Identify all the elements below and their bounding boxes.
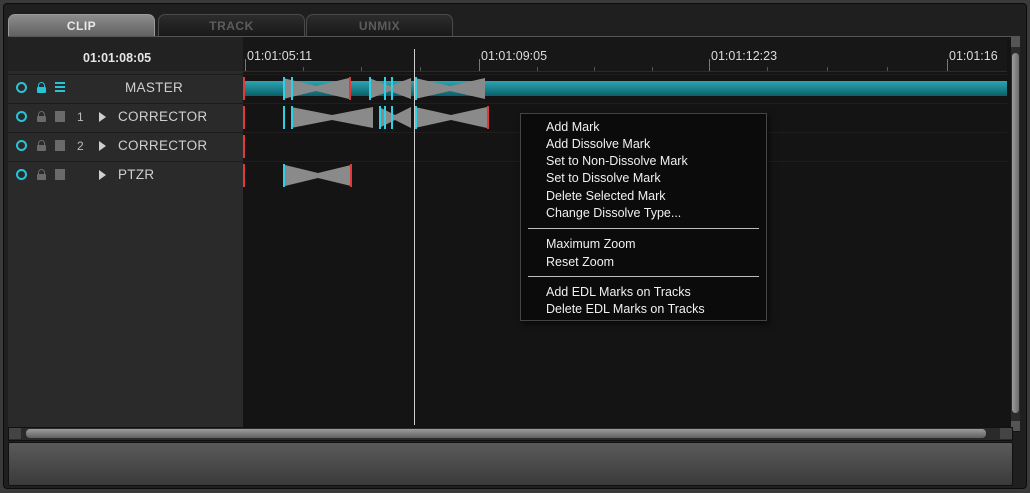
mark-cyan[interactable] bbox=[291, 106, 293, 129]
bottom-toolbar bbox=[8, 442, 1013, 486]
ruler-minor-tick bbox=[537, 67, 538, 71]
track-label: CORRECTOR bbox=[118, 138, 208, 153]
ruler-tick bbox=[479, 59, 480, 71]
enable-ring-icon[interactable] bbox=[16, 82, 27, 93]
dissolve-mark[interactable] bbox=[369, 78, 411, 99]
mark-cyan[interactable] bbox=[369, 77, 371, 100]
tab-unmix[interactable]: UNMIX bbox=[306, 14, 453, 37]
ruler-tick bbox=[709, 59, 710, 71]
ruler-minor-tick bbox=[303, 67, 304, 71]
ruler-minor-tick bbox=[767, 67, 768, 71]
lock-icon[interactable] bbox=[37, 82, 46, 93]
ruler-label: 01:01:05:11 bbox=[247, 49, 313, 63]
scroll-right-button[interactable] bbox=[1000, 428, 1012, 439]
track-number: 1 bbox=[77, 110, 84, 124]
menu-item-add-dissolve-mark[interactable]: Add Dissolve Mark bbox=[546, 137, 650, 151]
ruler-label: 01:01:16 bbox=[949, 49, 998, 63]
horizontal-scrollbar[interactable] bbox=[8, 427, 1013, 441]
menu-item-add-mark[interactable]: Add Mark bbox=[546, 120, 600, 134]
enable-ring-icon[interactable] bbox=[16, 111, 27, 122]
timecode-ruler[interactable]: 01:01:05:11 01:01:09:05 01:01:12:23 01:0… bbox=[243, 37, 1007, 72]
ruler-tick bbox=[947, 59, 948, 71]
dissolve-mark[interactable] bbox=[415, 107, 487, 128]
ruler-minor-tick bbox=[361, 67, 362, 71]
horizontal-scroll-thumb[interactable] bbox=[26, 429, 986, 438]
track-lines-icon[interactable] bbox=[55, 169, 65, 180]
menu-item-change-dissolve-type[interactable]: Change Dissolve Type... bbox=[546, 206, 681, 220]
menu-item-reset-zoom[interactable]: Reset Zoom bbox=[546, 255, 614, 269]
track-row-master[interactable]: MASTER bbox=[8, 74, 243, 102]
playhead[interactable] bbox=[414, 49, 415, 425]
vertical-scrollbar[interactable] bbox=[1011, 37, 1020, 431]
mark-red[interactable] bbox=[243, 164, 245, 187]
mark-cyan[interactable] bbox=[415, 106, 417, 129]
ruler-minor-tick bbox=[594, 67, 595, 71]
mark-red[interactable] bbox=[243, 77, 245, 100]
ruler-minor-tick bbox=[887, 67, 888, 71]
mark-cyan[interactable] bbox=[391, 106, 393, 129]
dissolve-mark[interactable] bbox=[285, 165, 351, 186]
lane-master[interactable] bbox=[243, 74, 1007, 102]
mark-cyan[interactable] bbox=[384, 77, 386, 100]
menu-item-delete-edl-marks[interactable]: Delete EDL Marks on Tracks bbox=[546, 302, 705, 316]
ruler-label: 01:01:12:23 bbox=[711, 49, 778, 63]
enable-ring-icon[interactable] bbox=[16, 140, 27, 151]
mark-red[interactable] bbox=[349, 77, 351, 100]
track-label: PTZR bbox=[118, 167, 155, 182]
mark-red[interactable] bbox=[243, 135, 245, 158]
dissolve-mark[interactable] bbox=[415, 78, 485, 99]
scroll-left-button[interactable] bbox=[9, 428, 21, 439]
menu-item-set-non-dissolve[interactable]: Set to Non-Dissolve Mark bbox=[546, 154, 688, 168]
vertical-scroll-thumb[interactable] bbox=[1012, 53, 1019, 413]
mark-cyan[interactable] bbox=[384, 106, 386, 129]
dissolve-mark[interactable] bbox=[291, 107, 373, 128]
mark-cyan[interactable] bbox=[291, 77, 293, 100]
track-header-pane: 01:01:08:05 MASTER 1 CORRECTOR 2 CORRECT… bbox=[8, 37, 243, 432]
track-lines-icon[interactable] bbox=[55, 82, 65, 93]
mark-cyan[interactable] bbox=[391, 77, 393, 100]
menu-item-set-dissolve[interactable]: Set to Dissolve Mark bbox=[546, 171, 661, 185]
timecode-header: 01:01:08:05 bbox=[8, 37, 243, 71]
ruler-minor-tick bbox=[420, 67, 421, 71]
timeline-panel: 01:01:08:05 MASTER 1 CORRECTOR 2 CORRECT… bbox=[8, 36, 1020, 432]
track-row-corrector-1[interactable]: 1 CORRECTOR bbox=[8, 103, 243, 131]
tab-clip[interactable]: CLIP bbox=[8, 14, 155, 37]
mark-cyan[interactable] bbox=[379, 106, 381, 129]
track-lines-icon[interactable] bbox=[55, 140, 65, 151]
ruler-label: 01:01:09:05 bbox=[481, 49, 548, 63]
expand-triangle-icon[interactable] bbox=[99, 112, 106, 122]
scroll-up-button[interactable] bbox=[1011, 37, 1020, 47]
ruler-minor-tick bbox=[827, 67, 828, 71]
track-number: 2 bbox=[77, 139, 84, 153]
mark-cyan[interactable] bbox=[415, 77, 417, 100]
menu-item-maximum-zoom[interactable]: Maximum Zoom bbox=[546, 237, 636, 251]
menu-item-add-edl-marks[interactable]: Add EDL Marks on Tracks bbox=[546, 285, 691, 299]
lock-icon[interactable] bbox=[37, 169, 46, 180]
mark-cyan[interactable] bbox=[283, 164, 285, 187]
track-row-corrector-2[interactable]: 2 CORRECTOR bbox=[8, 132, 243, 160]
lock-icon[interactable] bbox=[37, 111, 46, 122]
track-label: CORRECTOR bbox=[118, 109, 208, 124]
ruler-tick bbox=[245, 59, 246, 71]
mark-red[interactable] bbox=[350, 164, 352, 187]
mark-red[interactable] bbox=[487, 106, 489, 129]
context-menu: Add Mark Add Dissolve Mark Set to Non-Di… bbox=[520, 113, 767, 321]
track-lines-icon[interactable] bbox=[55, 111, 65, 122]
menu-separator bbox=[528, 276, 759, 277]
ruler-minor-tick bbox=[652, 67, 653, 71]
expand-triangle-icon[interactable] bbox=[99, 170, 106, 180]
mark-red[interactable] bbox=[243, 106, 245, 129]
tab-track[interactable]: TRACK bbox=[158, 14, 305, 37]
track-row-ptzr[interactable]: PTZR bbox=[8, 161, 243, 189]
current-timecode: 01:01:08:05 bbox=[83, 51, 152, 65]
menu-separator bbox=[528, 228, 759, 229]
master-clip-bar[interactable] bbox=[243, 81, 1007, 96]
enable-ring-icon[interactable] bbox=[16, 169, 27, 180]
mark-cyan[interactable] bbox=[283, 77, 285, 100]
menu-item-delete-selected-mark[interactable]: Delete Selected Mark bbox=[546, 189, 666, 203]
expand-triangle-icon[interactable] bbox=[99, 141, 106, 151]
lock-icon[interactable] bbox=[37, 140, 46, 151]
mark-cyan[interactable] bbox=[283, 106, 285, 129]
track-label: MASTER bbox=[125, 80, 184, 95]
